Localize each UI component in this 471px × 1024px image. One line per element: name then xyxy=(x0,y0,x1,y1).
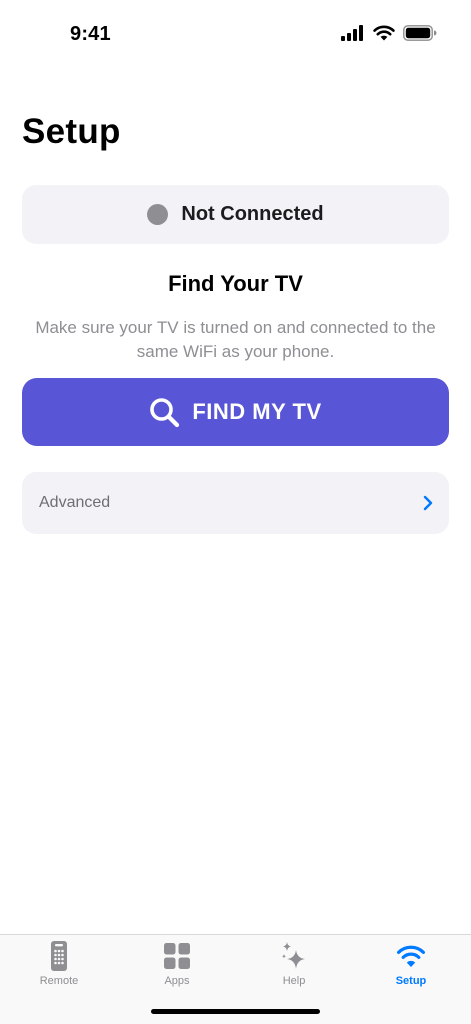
tab-remote-label: Remote xyxy=(39,975,79,987)
advanced-row[interactable]: Advanced xyxy=(22,472,449,534)
connection-status-card: Not Connected xyxy=(22,185,449,244)
status-time: 9:41 xyxy=(70,23,111,45)
sparkles-icon xyxy=(281,941,307,971)
find-tv-description: Make sure your TV is turned on and conne… xyxy=(35,318,436,361)
setup-screen: 9:41 Setup Not Connected Find Your TV Ma… xyxy=(0,0,471,1024)
status-icons xyxy=(341,25,437,41)
tab-help-label: Help xyxy=(282,975,306,987)
tab-apps-label: Apps xyxy=(164,975,190,987)
find-my-tv-button[interactable]: FIND MY TV xyxy=(22,378,449,446)
connection-status-dot xyxy=(147,204,169,225)
cellular-signal-icon xyxy=(341,25,363,41)
tab-help[interactable]: Help xyxy=(235,941,353,993)
connection-status-label: Not Connected xyxy=(181,203,324,225)
wifi-icon xyxy=(373,25,395,41)
remote-icon xyxy=(50,941,68,971)
tab-setup[interactable]: Setup xyxy=(352,941,470,993)
home-indicator[interactable] xyxy=(151,1009,320,1014)
advanced-label: Advanced xyxy=(39,494,111,511)
battery-icon xyxy=(403,25,437,41)
page-title: Setup xyxy=(22,112,121,151)
tab-setup-label: Setup xyxy=(395,975,427,987)
tab-apps[interactable]: Apps xyxy=(118,941,236,993)
find-my-tv-label: FIND MY TV xyxy=(192,399,322,424)
wifi-icon xyxy=(396,941,426,971)
status-bar: 9:41 xyxy=(0,0,471,70)
tab-remote[interactable]: Remote xyxy=(0,941,118,993)
apps-grid-icon xyxy=(164,941,190,971)
search-icon xyxy=(150,397,180,427)
find-tv-heading: Find Your TV xyxy=(168,271,303,296)
chevron-right-icon xyxy=(423,495,433,511)
